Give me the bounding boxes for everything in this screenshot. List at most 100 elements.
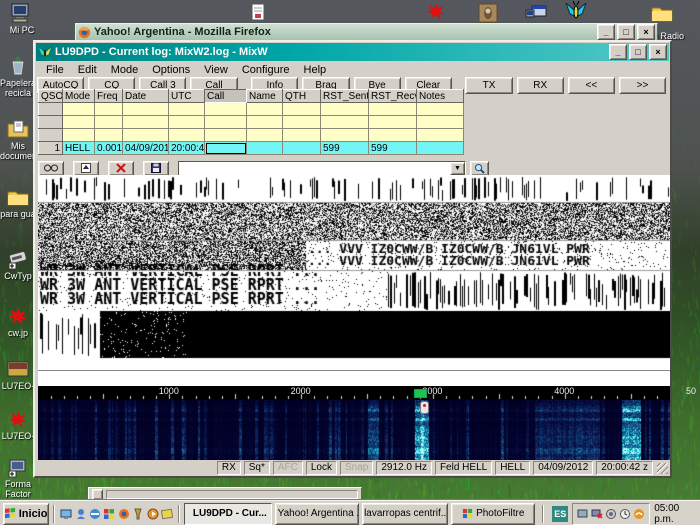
status-frequency[interactable]: 2912.0 Hz bbox=[376, 461, 432, 475]
desktop-icon-brown-app[interactable] bbox=[470, 2, 506, 25]
save-qso-button[interactable] bbox=[143, 161, 169, 176]
tray-download-icon[interactable] bbox=[633, 508, 645, 520]
desktop-icon-cwtype[interactable]: CwTyp bbox=[0, 248, 36, 281]
log-empty-row[interactable] bbox=[39, 116, 464, 129]
tuning-marker-flag[interactable] bbox=[414, 389, 427, 398]
desktop-icon-recycle-bin[interactable]: Papelera recicla bbox=[0, 55, 36, 98]
new-qso-button[interactable] bbox=[73, 161, 99, 176]
qso-date[interactable]: 04/09/2012 bbox=[123, 142, 169, 155]
qso-notes[interactable] bbox=[417, 142, 464, 155]
tray-network-error-icon[interactable] bbox=[591, 508, 603, 520]
task-yahoo-firefox[interactable]: Yahoo! Argentina . bbox=[275, 503, 359, 525]
tuning-marker-pin[interactable] bbox=[420, 401, 429, 414]
menu-edit[interactable]: Edit bbox=[71, 64, 104, 76]
qso-rst-recv[interactable]: 599 bbox=[369, 142, 417, 155]
status-submode[interactable]: Feld HELL bbox=[435, 461, 492, 475]
menu-options[interactable]: Options bbox=[145, 64, 197, 76]
mixw-titlebar[interactable]: LU9DPD - Current log: MixW2.log - MixW _… bbox=[36, 43, 669, 61]
language-indicator[interactable]: ES bbox=[552, 506, 568, 522]
log-empty-row[interactable] bbox=[39, 129, 464, 142]
firefox-close-button[interactable]: × bbox=[637, 24, 655, 40]
menu-help[interactable]: Help bbox=[297, 64, 334, 76]
quicklaunch-media-grid-icon[interactable] bbox=[103, 507, 115, 521]
status-squelch[interactable]: Sq* bbox=[244, 461, 270, 475]
firefox-maximize-button[interactable]: □ bbox=[617, 24, 635, 40]
rx-button[interactable]: RX bbox=[517, 77, 564, 94]
combo-dropdown-button[interactable]: ▼ bbox=[450, 162, 465, 175]
quicklaunch-show-desktop-icon[interactable] bbox=[60, 507, 72, 521]
col-freq[interactable]: Freq bbox=[95, 90, 123, 103]
col-rst-sent[interactable]: RST_Sent bbox=[321, 90, 369, 103]
menu-mode[interactable]: Mode bbox=[104, 64, 146, 76]
desktop-icon-para-gua[interactable]: para gua bbox=[0, 186, 36, 219]
col-mode[interactable]: Mode bbox=[63, 90, 95, 103]
task-photofiltre[interactable]: PhotoFiltre bbox=[451, 503, 535, 525]
menu-configure[interactable]: Configure bbox=[235, 64, 297, 76]
fragment-button[interactable] bbox=[92, 489, 103, 500]
col-qth[interactable]: QTH bbox=[283, 90, 321, 103]
col-date[interactable]: Date bbox=[123, 90, 169, 103]
desktop-icon-pc-window[interactable] bbox=[518, 2, 554, 25]
qso-name[interactable] bbox=[247, 142, 283, 155]
desktop-icon-00-radio[interactable] bbox=[644, 2, 680, 25]
status-rx[interactable]: RX bbox=[217, 461, 241, 475]
prev-macro-button[interactable]: << bbox=[568, 77, 615, 94]
desktop-icon-mixw-butterfly[interactable] bbox=[558, 0, 594, 23]
log-qso-row[interactable]: 1 HELL 0.001 04/09/2012 20:00:42 599 599 bbox=[39, 142, 464, 155]
desktop-icon-document[interactable] bbox=[240, 2, 276, 25]
quicklaunch-player-icon[interactable] bbox=[146, 507, 158, 521]
col-utc[interactable]: UTC bbox=[169, 90, 205, 103]
quicklaunch-notes-icon[interactable] bbox=[161, 507, 173, 521]
delete-qso-button[interactable] bbox=[108, 161, 134, 176]
col-name[interactable]: Name bbox=[247, 90, 283, 103]
status-afc[interactable]: AFC bbox=[273, 461, 303, 475]
resize-grip[interactable] bbox=[657, 463, 668, 474]
status-lock[interactable]: Lock bbox=[306, 461, 337, 475]
firefox-minimize-button[interactable]: _ bbox=[597, 24, 615, 40]
quicklaunch-firefox-icon[interactable] bbox=[118, 507, 130, 521]
qso-mode[interactable]: HELL bbox=[63, 142, 95, 155]
qso-rst-sent[interactable]: 599 bbox=[321, 142, 369, 155]
next-macro-button[interactable]: >> bbox=[619, 77, 666, 94]
start-button[interactable]: Inicio bbox=[3, 503, 49, 525]
col-qso[interactable]: QSO bbox=[39, 90, 63, 103]
mixw-minimize-button[interactable]: _ bbox=[609, 44, 627, 60]
callsign-combobox[interactable]: ▼ bbox=[178, 161, 466, 176]
status-mode[interactable]: HELL bbox=[495, 461, 530, 475]
firefox-window-titlebar[interactable]: Yahoo! Argentina - Mozilla Firefox _ □ × bbox=[75, 23, 658, 41]
desktop-icon-lu7eo-bug[interactable]: LU7EO- bbox=[0, 408, 36, 441]
task-lavarropas-firefox[interactable]: lavarropas centrif... bbox=[362, 503, 448, 525]
qso-utc[interactable]: 20:00:42 bbox=[169, 142, 205, 155]
mixw-close-button[interactable]: × bbox=[649, 44, 667, 60]
quicklaunch-messenger-icon[interactable] bbox=[74, 507, 86, 521]
menu-view[interactable]: View bbox=[197, 64, 235, 76]
mixw-maximize-button[interactable]: □ bbox=[629, 44, 647, 60]
task-mixw[interactable]: LU9DPD - Cur... bbox=[184, 503, 272, 525]
tray-scanner-icon[interactable] bbox=[605, 508, 617, 520]
menu-file[interactable]: File bbox=[39, 64, 71, 76]
desktop-icon-mis-documentos[interactable]: Mis documen bbox=[0, 118, 36, 161]
quicklaunch-winamp-icon[interactable] bbox=[132, 507, 144, 521]
background-window-fragment[interactable] bbox=[88, 487, 362, 501]
quicklaunch-ie-icon[interactable] bbox=[89, 507, 101, 521]
col-notes[interactable]: Notes bbox=[417, 90, 464, 103]
col-rst-recv[interactable]: RST_Recv bbox=[369, 90, 417, 103]
col-call[interactable]: Call bbox=[205, 90, 247, 103]
desktop-icon-mi-pc[interactable]: Mi PC bbox=[4, 2, 40, 35]
tray-display-icon[interactable] bbox=[577, 508, 589, 520]
search-log-button[interactable] bbox=[38, 161, 64, 176]
status-snap[interactable]: Snap bbox=[340, 461, 373, 475]
qso-freq[interactable]: 0.001 bbox=[95, 142, 123, 155]
lookup-callsign-button[interactable] bbox=[470, 161, 489, 176]
waterfall-frequency-scale[interactable]: 1000 2000 3000 4000 50 bbox=[38, 386, 670, 400]
desktop-icon-lu7eo-image[interactable]: LU7EO- bbox=[0, 358, 36, 391]
log-empty-row[interactable] bbox=[39, 103, 464, 116]
qso-call[interactable] bbox=[205, 142, 247, 155]
waterfall-display[interactable] bbox=[38, 400, 670, 464]
desktop-icon-cw-jpg[interactable]: cw.jp bbox=[0, 305, 36, 338]
tray-clock-icon[interactable] bbox=[619, 508, 631, 520]
desktop-icon-format-factory[interactable]: Forma Factor bbox=[0, 456, 36, 499]
tx-button[interactable]: TX bbox=[465, 77, 512, 94]
desktop-icon-red-bug-top[interactable] bbox=[418, 0, 454, 23]
qso-qth[interactable] bbox=[283, 142, 321, 155]
